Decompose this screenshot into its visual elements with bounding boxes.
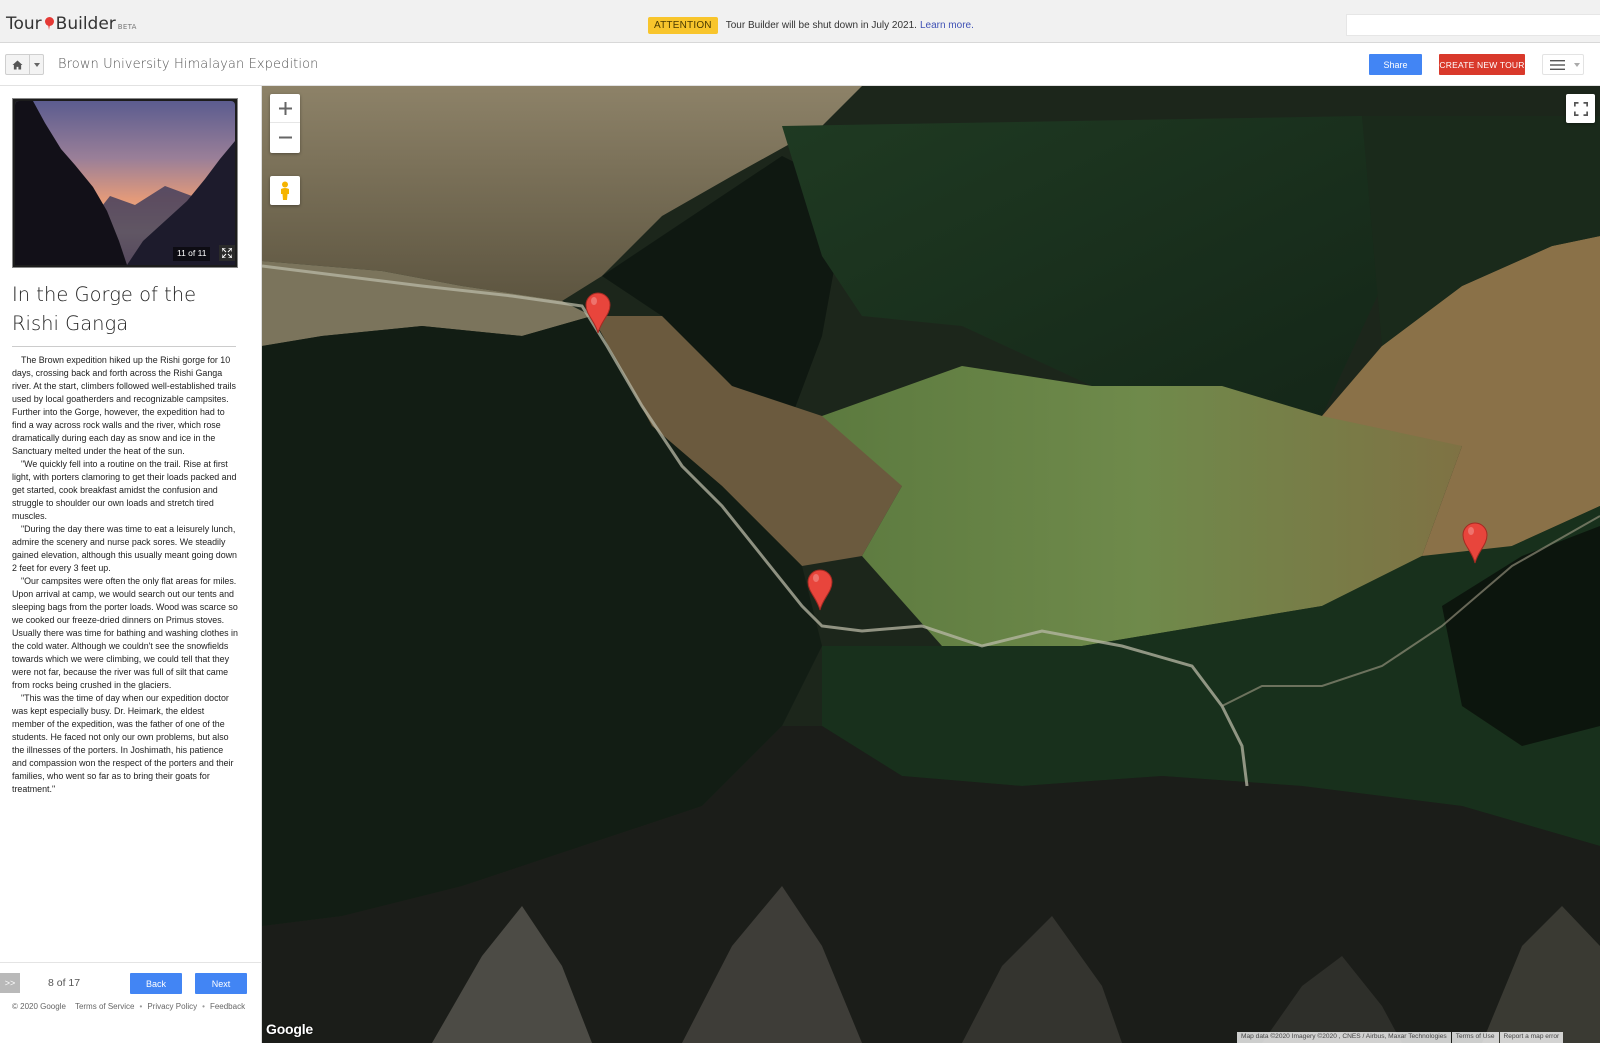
map-marker[interactable] <box>584 291 612 335</box>
sunset-mountain-photo <box>15 101 235 265</box>
fullscreen-icon <box>1573 101 1588 116</box>
stop-description: The Brown expedition hiked up the Rishi … <box>12 354 238 796</box>
pegman-icon <box>281 181 289 200</box>
back-button[interactable]: Back <box>130 973 182 994</box>
map-marker[interactable] <box>1461 521 1489 565</box>
home-dropdown-button[interactable] <box>30 55 43 74</box>
home-icon <box>12 59 23 70</box>
logo-pin-icon <box>44 17 54 30</box>
learn-more-link[interactable]: Learn more. <box>920 20 974 31</box>
beta-label: BETA <box>117 23 137 31</box>
photo-fullscreen-button[interactable] <box>219 245 235 261</box>
photo-slideshow[interactable]: 11 of 11 <box>12 98 238 268</box>
separator: • <box>202 1002 205 1011</box>
announcement-message: Tour Builder will be shut down in July 2… <box>725 19 917 31</box>
hamburger-menu-icon <box>1549 59 1565 70</box>
home-button[interactable] <box>6 55 30 74</box>
chevron-down-icon <box>33 62 40 67</box>
terms-of-service-link[interactable]: Terms of Service <box>75 1002 135 1011</box>
title-divider <box>12 346 236 347</box>
menu-button[interactable] <box>1543 55 1571 74</box>
expand-icon <box>222 248 232 258</box>
copyright-text: © 2020 Google <box>12 1002 66 1011</box>
stop-title: In the Gorge of the Rishi Ganga <box>12 283 197 335</box>
description-paragraph: "We quickly fell into a routine on the t… <box>12 459 237 521</box>
map-pin-icon <box>585 292 611 334</box>
description-paragraph: "Our campsites were often the only flat … <box>12 576 238 690</box>
zoom-control <box>270 94 300 153</box>
map-terms-link[interactable]: Terms of Use <box>1451 1032 1499 1043</box>
create-new-tour-button[interactable]: CREATE NEW TOUR <box>1439 54 1525 75</box>
chevron-down-icon <box>1574 62 1580 67</box>
minus-icon <box>278 136 292 139</box>
tour-builder-logo[interactable]: Tour Builder BETA <box>6 10 137 34</box>
description-paragraph: "This was the time of day when our exped… <box>12 693 234 794</box>
menu-button-group[interactable] <box>1542 54 1584 75</box>
satellite-imagery <box>262 86 1600 1043</box>
satellite-map[interactable]: Google Map data ©2020 Imagery ©2020 , CN… <box>262 86 1600 1043</box>
description-paragraph: "During the day there was time to eat a … <box>12 524 237 573</box>
zoom-in-button[interactable] <box>270 94 300 123</box>
page-counter: 8 of 17 <box>48 977 81 989</box>
map-attribution: Map data ©2020 Imagery ©2020 , CNES / Ai… <box>1236 1032 1564 1043</box>
photo-counter: 11 of 11 <box>173 247 211 261</box>
home-button-group <box>5 54 44 75</box>
privacy-policy-link[interactable]: Privacy Policy <box>147 1002 197 1011</box>
share-button[interactable]: Share <box>1369 54 1422 75</box>
street-view-button[interactable] <box>270 176 300 205</box>
map-marker[interactable] <box>806 568 834 612</box>
panel-footer-divider <box>0 962 262 963</box>
logo-word-tour: Tour <box>6 14 42 34</box>
map-pin-icon <box>1462 522 1488 564</box>
attention-badge: ATTENTION <box>648 16 718 34</box>
map-pin-icon <box>807 569 833 611</box>
top-bar: Tour Builder BETA ATTENTION Tour Builder… <box>0 0 1600 43</box>
map-data-credit: Map data ©2020 Imagery ©2020 , CNES / Ai… <box>1237 1032 1451 1043</box>
tour-title: Brown University Himalayan Expedition <box>58 57 319 72</box>
description-paragraph: The Brown expedition hiked up the Rishi … <box>12 355 236 456</box>
shutdown-announcement: ATTENTION Tour Builder will be shut down… <box>648 16 974 34</box>
google-logo[interactable]: Google <box>266 1021 313 1037</box>
legal-footer: © 2020 Google Terms of Service • Privacy… <box>12 1002 245 1011</box>
next-button[interactable]: Next <box>195 973 247 994</box>
plus-icon <box>278 101 292 115</box>
feedback-link[interactable]: Feedback <box>210 1002 245 1011</box>
menu-dropdown[interactable] <box>1571 62 1583 67</box>
tour-toolbar: Brown University Himalayan Expedition Sh… <box>0 43 1600 86</box>
story-panel: 11 of 11 In the Gorge of the Rishi Ganga… <box>0 86 262 1043</box>
zoom-out-button[interactable] <box>270 123 300 152</box>
top-search-field[interactable] <box>1346 14 1600 36</box>
expand-panel-button[interactable]: >> <box>0 973 20 993</box>
separator: • <box>139 1002 143 1011</box>
logo-word-builder: Builder <box>55 14 116 34</box>
photo-image <box>15 101 235 265</box>
map-fullscreen-button[interactable] <box>1566 94 1595 123</box>
report-map-error-link[interactable]: Report a map error <box>1499 1032 1564 1043</box>
